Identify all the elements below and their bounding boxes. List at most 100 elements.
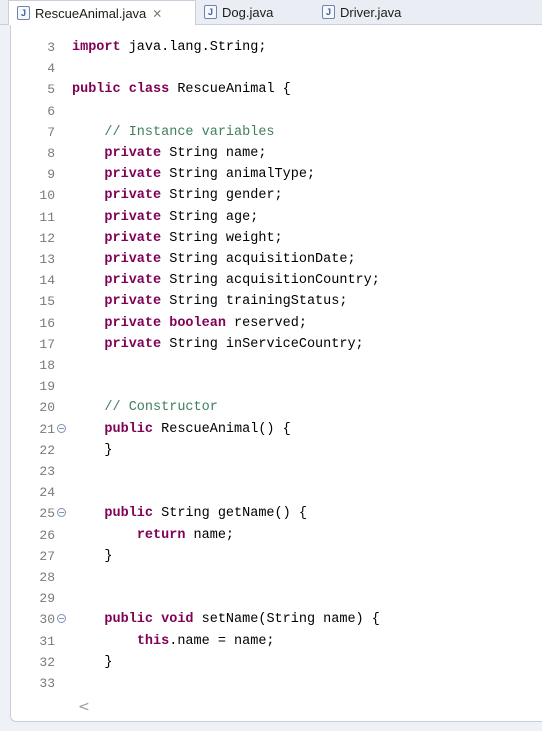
scroll-left-icon[interactable]: < (78, 699, 90, 715)
code-line[interactable]: 14 private String acquisitionCountry; (11, 270, 542, 291)
code-text: } (72, 654, 113, 670)
code-line[interactable]: 18 (11, 355, 542, 376)
code-text: import java.lang.String; (72, 40, 267, 55)
code-line[interactable]: 27 } (11, 546, 542, 567)
code-line[interactable]: 12 private String weight; (11, 228, 542, 249)
code-text: public class RescueAnimal { (72, 82, 291, 98)
line-number: 18 (39, 358, 55, 373)
code-text: public RescueAnimal() { (104, 421, 291, 437)
line-number: 4 (47, 61, 55, 77)
code-line[interactable]: 30− public void setName(String name) { (11, 609, 542, 630)
line-number: 21 (39, 421, 55, 437)
code-text: private String animalType; (104, 167, 316, 183)
code-editor[interactable]: < 3 import java.lang.String; 4 5 public clas… (10, 25, 542, 722)
left-panel-edge (0, 25, 10, 721)
code-line[interactable]: 5 public class RescueAnimal { (11, 79, 542, 100)
java-file-icon: J (17, 6, 30, 20)
editor-tab-bar: J RescueAnimal.java ⨯ J Dog.java J Drive… (0, 0, 542, 25)
line-number: 25 (39, 506, 55, 522)
tab-label: Dog.java (222, 4, 274, 20)
line-number: 8 (47, 146, 55, 161)
line-number: 13 (39, 252, 55, 267)
code-text: this.name = name; (136, 633, 275, 649)
line-number: 16 (39, 315, 55, 331)
line-number: 22 (39, 442, 55, 458)
tab-label: RescueAnimal.java (35, 5, 147, 21)
code-text: private String trainingStatus; (104, 294, 348, 310)
code-line[interactable]: 8 private String name; (11, 143, 542, 164)
java-file-icon: J (322, 5, 335, 19)
code-line[interactable]: 20 // Constructor (11, 397, 542, 418)
tab-dog-java[interactable]: J Dog.java (204, 0, 314, 24)
line-number: 20 (39, 400, 55, 416)
fold-collapse-icon[interactable]: − (57, 614, 66, 624)
tab-rescueanimal-java[interactable]: J RescueAnimal.java ⨯ (8, 0, 196, 25)
code-line[interactable]: 32 } (11, 652, 542, 673)
code-text: private String inServiceCountry; (104, 336, 364, 352)
line-number: 28 (39, 570, 55, 585)
code-text: private String name; (104, 146, 267, 161)
code-text: private String age; (104, 209, 259, 225)
code-line[interactable]: 13 private String acquisitionDate; (11, 249, 542, 270)
code-line[interactable]: 11 private String age; (11, 207, 542, 228)
line-number: 11 (39, 209, 55, 225)
code-text: private String acquisitionDate; (104, 252, 356, 267)
fold-collapse-icon[interactable]: − (57, 423, 66, 433)
line-number: 10 (39, 188, 55, 204)
code-text: public void setName(String name) { (104, 612, 380, 628)
code-line[interactable]: 25− public String getName() { (11, 503, 542, 524)
code-line[interactable]: 3 import java.lang.String; (11, 37, 542, 58)
code-text: } (72, 548, 113, 564)
line-number: 24 (39, 485, 55, 501)
code-line[interactable]: 17 private String inServiceCountry; (11, 334, 542, 355)
editor-window: J RescueAnimal.java ⨯ J Dog.java J Drive… (0, 0, 542, 731)
code-text: return name; (136, 527, 235, 543)
code-text: public String getName() { (104, 506, 307, 522)
code-text: // Constructor (104, 400, 218, 416)
line-number: 31 (39, 633, 55, 649)
line-number: 15 (39, 294, 55, 310)
code-text: } (72, 442, 113, 458)
code-line[interactable]: 22 } (11, 440, 542, 461)
code-text: private String weight; (104, 230, 283, 246)
code-line[interactable]: 26 return name; (11, 525, 542, 546)
line-number: 12 (39, 230, 55, 246)
line-number: 6 (47, 103, 55, 119)
line-number: 17 (39, 336, 55, 352)
code-line[interactable]: 4 (11, 58, 542, 79)
line-number: 7 (47, 124, 55, 140)
line-number: 3 (47, 40, 55, 55)
close-icon[interactable]: ⨯ (152, 6, 162, 20)
code-line[interactable]: 28 (11, 567, 542, 588)
tab-driver-java[interactable]: J Driver.java (322, 0, 442, 24)
line-number: 33 (39, 676, 55, 691)
code-line[interactable]: 23 (11, 461, 542, 482)
line-number: 19 (39, 379, 55, 395)
code-text: private String gender; (104, 188, 283, 204)
fold-collapse-icon[interactable]: − (57, 508, 66, 518)
code-line[interactable]: 33 (11, 673, 542, 694)
code-line[interactable]: 15 private String trainingStatus; (11, 291, 542, 312)
line-number: 32 (39, 654, 55, 670)
code-line[interactable]: 24 (11, 482, 542, 503)
line-number: 5 (47, 82, 55, 98)
line-number: 14 (39, 273, 55, 289)
line-number: 27 (39, 548, 55, 564)
line-number: 23 (39, 464, 55, 479)
code-line[interactable]: 29 (11, 588, 542, 609)
code-line[interactable]: 19 (11, 376, 542, 397)
code-line[interactable]: 7 // Instance variables (11, 122, 542, 143)
line-number: 30 (39, 612, 55, 628)
code-text: // Instance variables (104, 124, 275, 140)
code-text: private boolean reserved; (104, 315, 307, 331)
line-number: 29 (39, 591, 55, 607)
code-line[interactable]: 10 private String gender; (11, 185, 542, 206)
code-line[interactable]: 16 private boolean reserved; (11, 313, 542, 334)
code-line[interactable]: 21− public RescueAnimal() { (11, 419, 542, 440)
line-number: 9 (47, 167, 55, 183)
tab-label: Driver.java (340, 4, 402, 20)
code-line[interactable]: 31 this.name = name; (11, 631, 542, 652)
code-line[interactable]: 9 private String animalType; (11, 164, 542, 185)
code-line[interactable]: 6 (11, 101, 542, 122)
java-file-icon: J (204, 5, 217, 19)
